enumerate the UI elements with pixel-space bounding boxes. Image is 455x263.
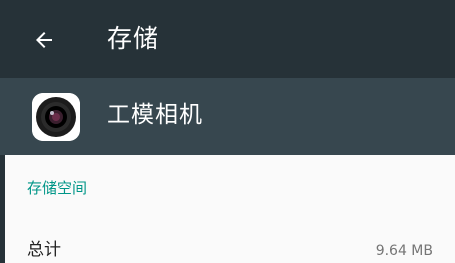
total-label: 总计 — [27, 240, 61, 260]
app-header: 工模相机 — [0, 78, 455, 155]
arrow-back-icon — [36, 32, 52, 48]
camera-app-icon — [32, 93, 80, 141]
page-title: 存储 — [107, 24, 160, 53]
toolbar: 存储 — [0, 0, 455, 78]
storage-screen: 存储 工模相机 存储空间 总计 9.64 MB — [0, 0, 455, 263]
storage-section-header: 存储空间 — [27, 179, 88, 197]
back-button[interactable] — [22, 18, 66, 62]
total-value: 9.64 MB — [375, 243, 433, 259]
total-row: 总计 9.64 MB — [5, 229, 455, 263]
app-name: 工模相机 — [107, 102, 203, 128]
storage-content: 存储空间 总计 9.64 MB — [5, 155, 455, 263]
